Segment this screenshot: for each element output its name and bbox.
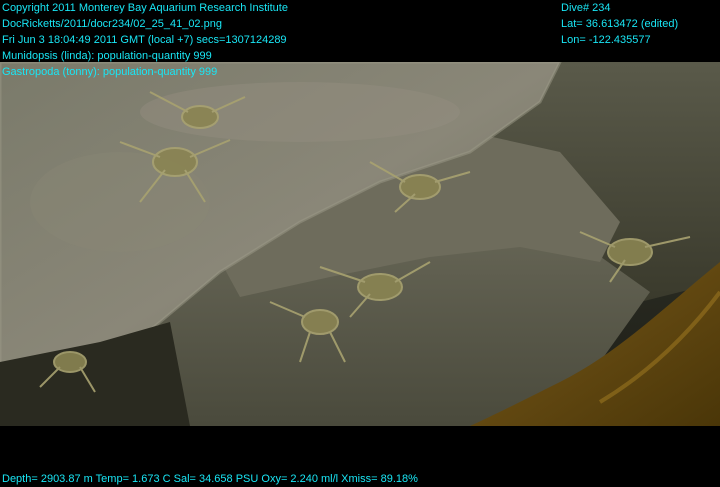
sensor-values: Depth= 2903.87 m Temp= 1.673 C Sal= 34.6… xyxy=(2,473,418,485)
file-path-text: DocRicketts/2011/docr234/02_25_41_02.png xyxy=(2,18,222,30)
dive-number: Dive# 234 xyxy=(561,2,611,14)
sensor-readout: Depth= 2903.87 m Temp= 1.673 C Sal= 34.6… xyxy=(2,471,418,487)
longitude-text: Lon= -122.435577 xyxy=(561,34,651,46)
latitude-text: Lat= 36.613472 (edited) xyxy=(561,18,679,30)
header-right: Dive# 234 Lat= 36.613472 (edited) Lon= -… xyxy=(561,0,678,48)
video-frame: Copyright 2011 Monterey Bay Aquarium Res… xyxy=(0,0,720,486)
annotation-munidopsis: Munidopsis (linda): population-quantity … xyxy=(2,50,212,62)
annotation-gastropoda: Gastropoda (tonny): population-quantity … xyxy=(2,66,218,78)
seafloor-photo xyxy=(0,62,720,426)
header-left: Copyright 2011 Monterey Bay Aquarium Res… xyxy=(2,0,288,80)
copyright-text: Copyright 2011 Monterey Bay Aquarium Res… xyxy=(2,2,288,14)
datetime-text: Fri Jun 3 18:04:49 2011 GMT (local +7) s… xyxy=(2,34,287,46)
